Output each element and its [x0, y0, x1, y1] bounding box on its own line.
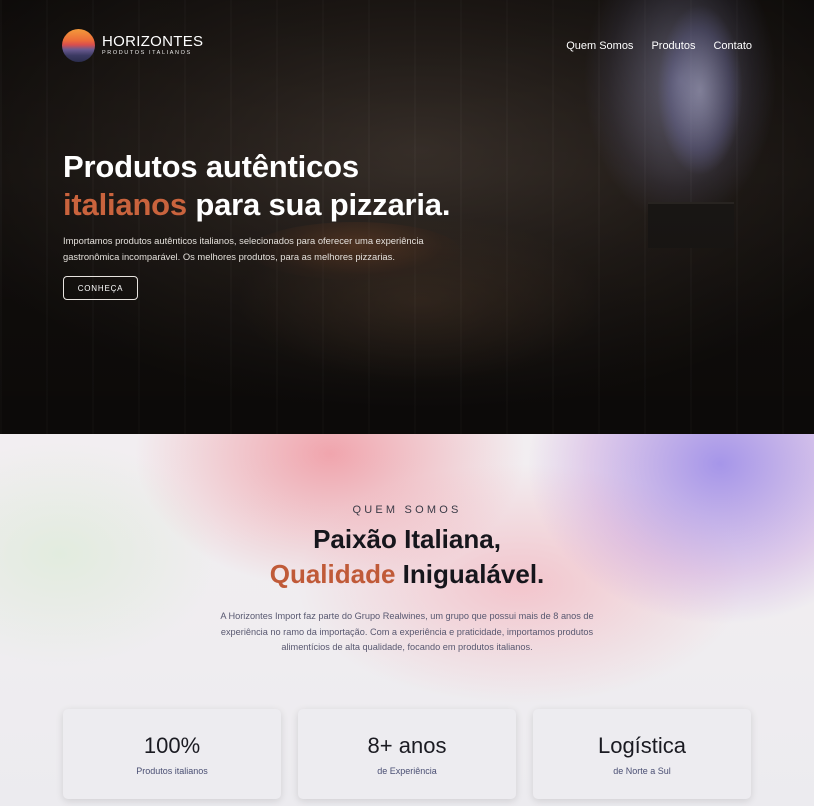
hero-title-rest: para sua pizzaria.: [186, 187, 451, 222]
nav-item-produtos[interactable]: Produtos: [651, 40, 695, 52]
main-nav: Quem Somos Produtos Contato: [566, 40, 752, 52]
stat-label: Produtos italianos: [136, 766, 208, 776]
about-title-rest: Inigualável.: [395, 559, 545, 589]
stat-value: 100%: [143, 733, 201, 758]
about-description: A Horizontes Import faz parte do Grupo R…: [220, 611, 594, 652]
hero-title-accent: italianos: [63, 187, 187, 222]
conheca-button[interactable]: CONHEÇA: [63, 276, 138, 300]
hero-title: Produtos autênticos italianos para sua p…: [63, 148, 450, 224]
stat-card-experiencia: 8+ anos de Experiência: [298, 709, 516, 799]
stat-label: de Experiência: [377, 766, 437, 776]
stat-label: de Norte a Sul: [613, 766, 671, 776]
brand-text: HORIZONTES PRODUTOS ITALIANOS: [102, 34, 203, 57]
hero-title-line1: Produtos autênticos: [63, 149, 359, 184]
brand-title: HORIZONTES: [102, 33, 204, 51]
brand-logo[interactable]: HORIZONTES PRODUTOS ITALIANOS: [62, 29, 203, 62]
about-title-accent: Qualidade: [269, 559, 396, 589]
about-title: Paixão Italiana, Qualidade Inigualável.: [0, 522, 814, 592]
hero-description: Importamos produtos autênticos italianos…: [63, 235, 424, 262]
sunset-logo-icon: [62, 29, 95, 62]
stat-card-logistica: Logística de Norte a Sul: [533, 709, 751, 799]
nav-item-contato[interactable]: Contato: [713, 40, 752, 52]
stat-value: 8+ anos: [367, 733, 447, 758]
nav-item-quem-somos[interactable]: Quem Somos: [566, 40, 633, 52]
stat-card-produtos: 100% Produtos italianos: [63, 709, 281, 799]
about-title-line1: Paixão Italiana,: [313, 524, 501, 554]
brand-subtitle: PRODUTOS ITALIANOS: [102, 50, 192, 57]
stat-value: Logística: [597, 733, 687, 758]
about-kicker: QUEM SOMOS: [352, 504, 462, 516]
